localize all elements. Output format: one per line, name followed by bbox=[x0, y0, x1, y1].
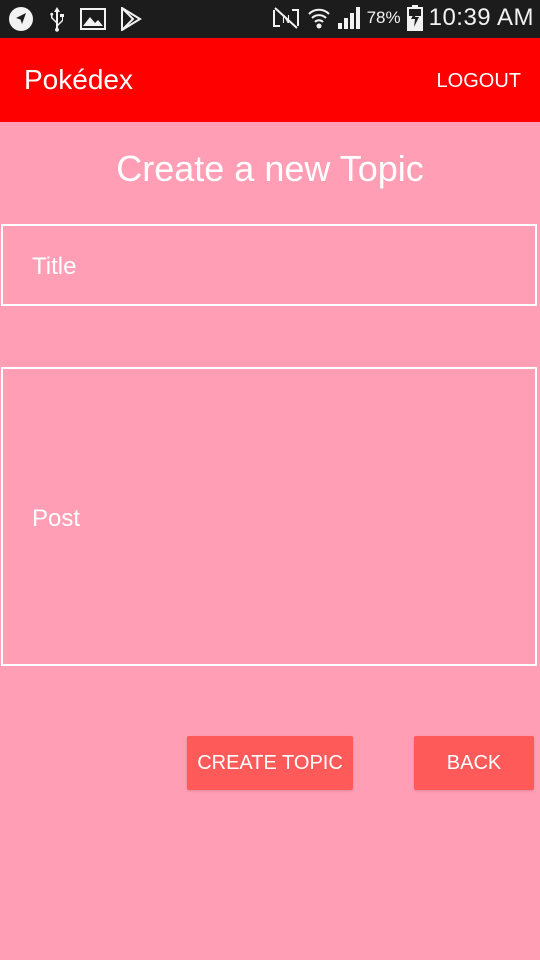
status-bar: N 78% 10:39 AM bbox=[0, 0, 540, 38]
signal-icon bbox=[337, 5, 361, 31]
post-placeholder: Post bbox=[32, 505, 81, 532]
back-button[interactable]: BACK bbox=[414, 736, 534, 790]
page-title: Create a new Topic bbox=[116, 148, 424, 189]
app-bar: Pokédex LOGOUT bbox=[0, 38, 540, 122]
battery-percent: 78% bbox=[366, 8, 401, 27]
battery-charging-icon bbox=[406, 5, 423, 31]
play-store-icon bbox=[120, 7, 142, 31]
post-input[interactable]: Post bbox=[1, 367, 537, 666]
navigation-icon bbox=[8, 6, 34, 32]
image-icon bbox=[80, 8, 106, 30]
clock: 10:39 AM bbox=[428, 4, 534, 31]
usb-icon bbox=[48, 6, 66, 32]
app-title: Pokédex bbox=[24, 64, 133, 95]
create-topic-button[interactable]: CREATE TOPIC bbox=[187, 736, 353, 790]
title-input[interactable]: Title bbox=[1, 224, 537, 306]
logout-button[interactable]: LOGOUT bbox=[437, 70, 521, 93]
nfc-icon: N bbox=[271, 5, 301, 31]
status-bar-system: N 78% 10:39 AM bbox=[271, 4, 534, 32]
status-bar-notifications bbox=[8, 6, 142, 32]
wifi-icon bbox=[307, 5, 331, 31]
title-placeholder: Title bbox=[32, 253, 77, 280]
